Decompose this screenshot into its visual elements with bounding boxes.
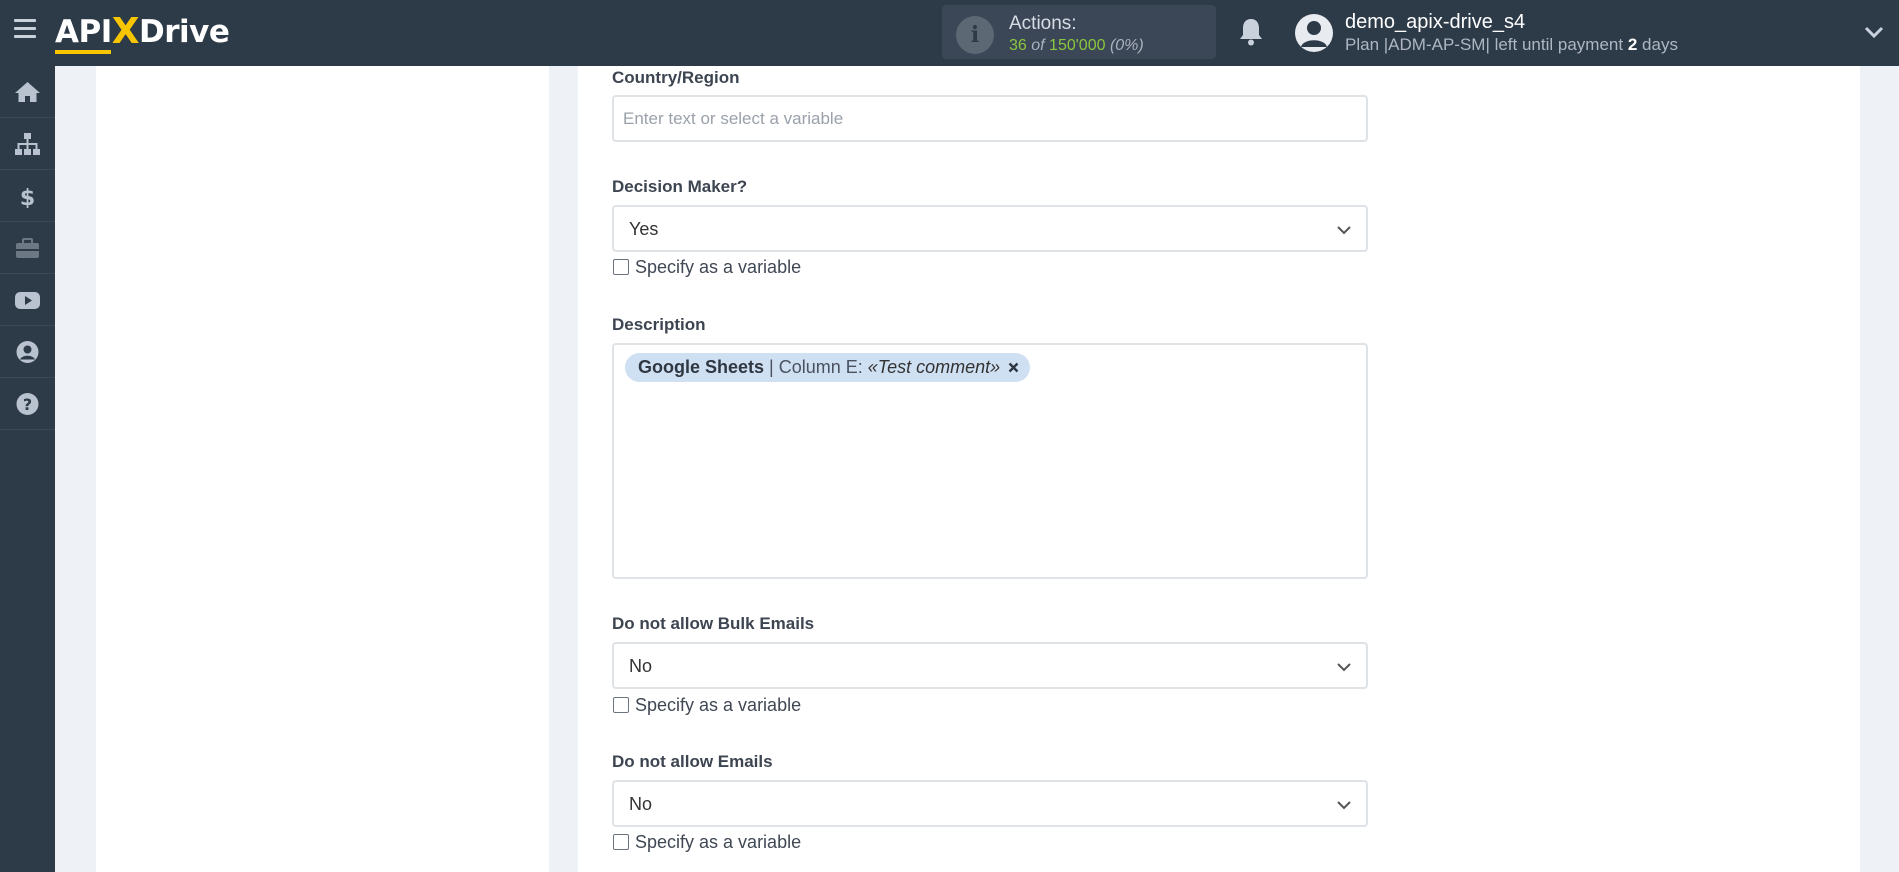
- sidebar-item-profile[interactable]: [0, 326, 55, 378]
- sidebar-item-connections[interactable]: [0, 118, 55, 170]
- user-plan: Plan |ADM-AP-SM| left until payment 2 da…: [1345, 35, 1678, 54]
- close-icon[interactable]: [1008, 362, 1019, 373]
- bulk-emails-value: No: [629, 656, 653, 676]
- top-bar: APIXDrive i Actions: 36 of 150'000 (0%) …: [0, 0, 1899, 66]
- user-circle-icon: [16, 341, 39, 363]
- sidebar-item-tools[interactable]: [0, 222, 55, 274]
- bulk-emails-label: Do not allow Bulk Emails: [612, 614, 815, 633]
- bulk-emails-select[interactable]: No: [612, 642, 1368, 689]
- chevron-down-icon[interactable]: [1864, 24, 1884, 40]
- checkbox[interactable]: [613, 697, 629, 713]
- country-input[interactable]: [612, 95, 1368, 142]
- logo-underline: [55, 50, 111, 54]
- actions-counter[interactable]: i Actions: 36 of 150'000 (0%): [942, 5, 1216, 59]
- actions-title: Actions:: [1009, 13, 1077, 34]
- description-label: Description: [612, 315, 706, 334]
- user-name[interactable]: demo_apix-drive_s4: [1345, 11, 1525, 34]
- checkbox[interactable]: [613, 259, 629, 275]
- svg-text:$: $: [20, 186, 35, 208]
- sidebar-item-video[interactable]: [0, 274, 55, 326]
- decision-maker-select[interactable]: Yes: [612, 205, 1368, 252]
- home-icon: [15, 82, 40, 102]
- chevron-down-icon: [1337, 226, 1351, 235]
- country-label: Country/Region: [612, 68, 740, 87]
- emails-value: No: [629, 794, 653, 814]
- checkbox[interactable]: [613, 834, 629, 850]
- chevron-down-icon: [1337, 801, 1351, 810]
- sidebar-item-home[interactable]: [0, 66, 55, 118]
- briefcase-icon: [16, 238, 39, 258]
- decision-maker-value: Yes: [629, 219, 659, 239]
- avatar[interactable]: [1295, 14, 1333, 52]
- svg-text:?: ?: [23, 395, 32, 414]
- emails-label: Do not allow Emails: [612, 752, 773, 771]
- left-panel: [96, 66, 549, 872]
- sidebar: $ ?: [0, 66, 55, 872]
- youtube-icon: [15, 292, 40, 309]
- sidebar-item-billing[interactable]: $: [0, 170, 55, 222]
- actions-usage: 36 of 150'000 (0%): [1009, 37, 1144, 54]
- decision-maker-label: Decision Maker?: [612, 177, 748, 196]
- chevron-down-icon: [1337, 663, 1351, 672]
- apix-drive-logo[interactable]: APIXDrive: [55, 10, 230, 54]
- bell-icon[interactable]: [1236, 16, 1266, 48]
- emails-select[interactable]: No: [612, 780, 1368, 827]
- description-textarea[interactable]: Google Sheets | Column E: «Test comment»: [612, 343, 1368, 579]
- sitemap-icon: [15, 133, 40, 155]
- question-circle-icon: ?: [16, 393, 39, 415]
- sidebar-item-help[interactable]: ?: [0, 378, 55, 430]
- dollar-icon: $: [20, 186, 35, 208]
- variable-tag[interactable]: Google Sheets | Column E: «Test comment»: [625, 353, 1031, 382]
- info-icon: i: [956, 16, 994, 54]
- menu-icon[interactable]: [14, 19, 38, 41]
